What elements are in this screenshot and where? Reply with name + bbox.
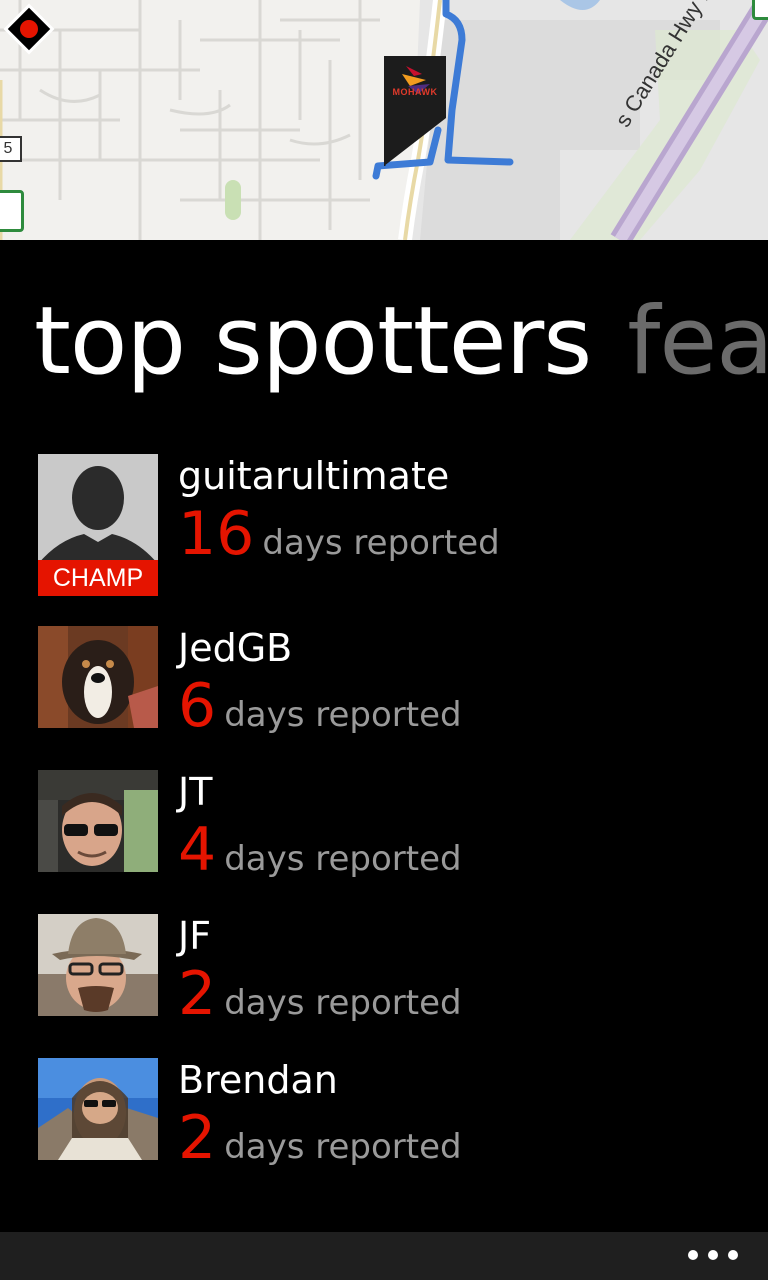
spotter-name: JF	[178, 914, 212, 958]
days-count: 4	[178, 815, 217, 885]
spotter-name: Brendan	[178, 1058, 338, 1102]
store-logo: MOHAWK	[392, 87, 438, 97]
store-flag-marker[interactable]: MOHAWK	[384, 56, 446, 166]
dot	[688, 1250, 698, 1260]
avatar	[38, 626, 158, 728]
days-count: 2	[178, 1103, 217, 1173]
days-label: days reported	[262, 523, 500, 563]
spotter-name: JT	[178, 770, 213, 814]
man-hat-photo-icon	[38, 914, 158, 1016]
champ-badge: CHAMP	[38, 560, 158, 596]
man-beard-photo-icon	[38, 1058, 158, 1160]
avatar	[38, 770, 158, 872]
spotter-stat: 4 days reported	[178, 818, 462, 882]
spotter-stat: 2 days reported	[178, 962, 462, 1026]
dot	[708, 1250, 718, 1260]
spotter-stat: 6 days reported	[178, 674, 462, 738]
days-label: days reported	[224, 695, 462, 735]
dog-photo-icon	[38, 626, 158, 728]
days-label: days reported	[224, 983, 462, 1023]
ellipsis-icon[interactable]	[688, 1240, 738, 1270]
days-count: 2	[178, 959, 217, 1029]
days-label: days reported	[224, 1127, 462, 1167]
route-shield-icon	[752, 0, 768, 20]
spotter-name: guitarultimate	[178, 454, 450, 498]
spotter-stat: 2 days reported	[178, 1106, 462, 1170]
location-marker-icon[interactable]	[0, 0, 58, 58]
pivot-item-next[interactable]: fea	[627, 287, 768, 396]
app-bar	[0, 1232, 768, 1280]
days-count: 16	[178, 499, 255, 569]
pivot-item-top-spotters[interactable]: top spotters	[34, 287, 592, 396]
man-sunglasses-photo-icon	[38, 770, 158, 872]
avatar: CHAMP	[38, 454, 158, 596]
avatar	[38, 1058, 158, 1160]
map-view[interactable]: s Canada Hwy E 5 MOHAWK	[0, 0, 768, 240]
highway-shield: 5	[0, 136, 22, 162]
route-shield-icon	[0, 190, 24, 232]
dot	[728, 1250, 738, 1260]
spotter-stat: 16 days reported	[178, 502, 500, 566]
avatar	[38, 914, 158, 1016]
spotter-name: JedGB	[178, 626, 293, 670]
days-count: 6	[178, 671, 217, 741]
pivot-header: top spotters fea	[34, 282, 768, 402]
days-label: days reported	[224, 839, 462, 879]
